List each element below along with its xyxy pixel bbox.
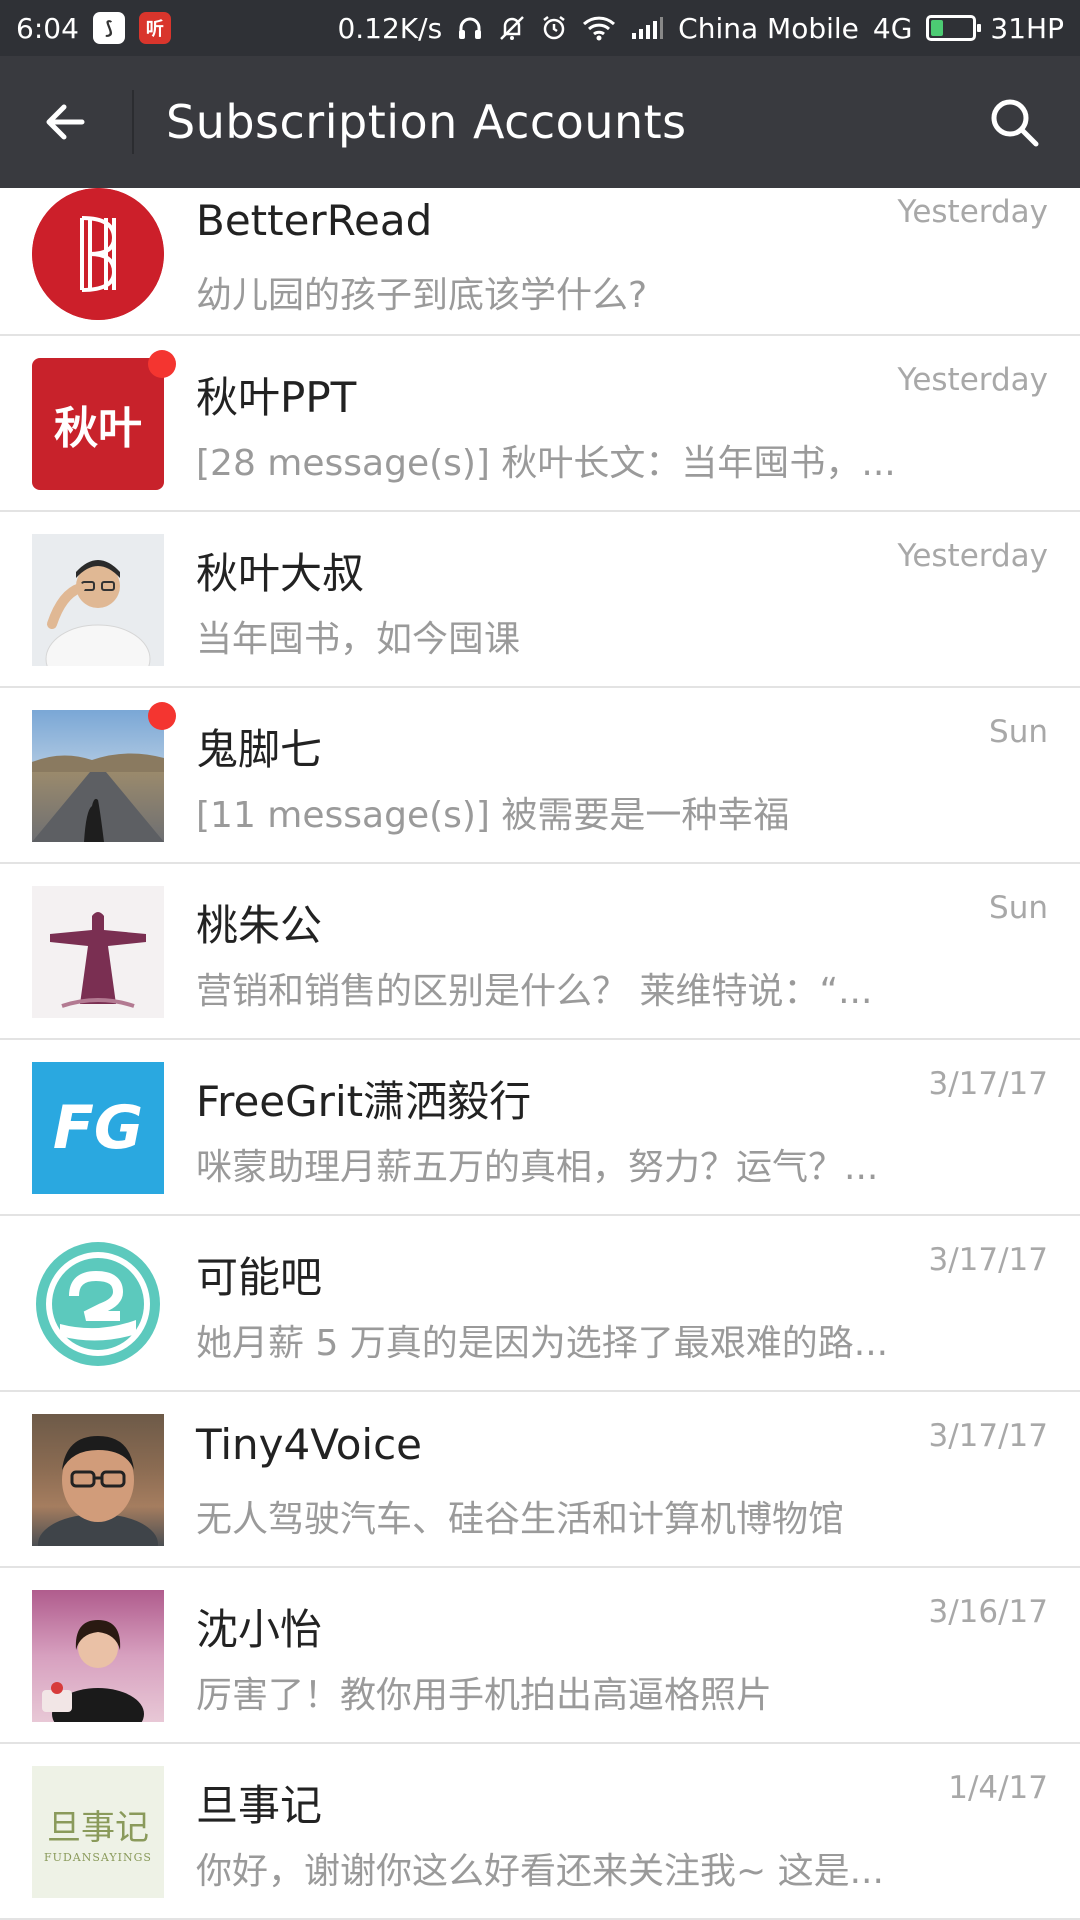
timestamp: 3/17/17 xyxy=(928,1418,1048,1454)
woman-photo-icon xyxy=(32,1590,164,1722)
list-item[interactable]: FG FreeGrit潇洒毅行 3/17/17 咪蒙助理月薪五万的真相，努力？运… xyxy=(0,1040,1080,1216)
account-name: 桃朱公 xyxy=(196,901,323,950)
search-button[interactable] xyxy=(948,56,1080,188)
list-item[interactable]: 沈小怡 3/16/17 厉害了！教你用手机拍出高逼格照片 xyxy=(0,1568,1080,1744)
battery-label: 31HP xyxy=(990,11,1064,45)
account-name: 秋叶大叔 xyxy=(196,549,365,598)
message-preview: 无人驾驶汽车、硅谷生活和计算机博物馆 xyxy=(196,1499,845,1540)
list-item[interactable]: 可能吧 3/17/17 她月薪 5 万真的是因为选择了最艰难的路... xyxy=(0,1216,1080,1392)
account-name: 旦事记 xyxy=(196,1781,323,1830)
timestamp: 3/17/17 xyxy=(928,1242,1048,1278)
danshi-logo-icon: 旦事记 FUDANSAYINGS xyxy=(32,1766,164,1898)
account-name: 可能吧 xyxy=(196,1253,323,1302)
headphones-icon xyxy=(456,14,484,42)
app-bar-divider xyxy=(132,90,134,154)
signal-icon xyxy=(630,15,664,41)
net-speed: 0.12K/s xyxy=(337,11,443,45)
avatar-text: FG xyxy=(52,1093,144,1163)
network-type: 4G xyxy=(872,11,913,45)
message-preview: 你好，谢谢你这么好看还来关注我~ 这是... xyxy=(196,1851,884,1892)
app-bar: Subscription Accounts xyxy=(0,56,1080,188)
road-photo-icon xyxy=(32,710,164,842)
message-preview: [11 message(s)] 被需要是一种幸福 xyxy=(196,795,790,836)
status-bar: 6:04 ⟆ 听 0.12K/s China Mobile 4G 31HP xyxy=(0,0,1080,56)
unread-dot xyxy=(148,702,176,730)
account-name: 沈小怡 xyxy=(196,1605,323,1654)
back-button[interactable] xyxy=(0,56,132,188)
timestamp: Sun xyxy=(989,714,1048,750)
message-preview: 厉害了！教你用手机拍出高逼格照片 xyxy=(196,1675,773,1716)
avatar-text: 秋叶 xyxy=(54,403,142,454)
fg-logo-icon: FG xyxy=(32,1062,164,1194)
timestamp: Yesterday xyxy=(897,538,1049,574)
message-preview: 营销和销售的区别是什么？ 莱维特说：“... xyxy=(196,971,873,1012)
notification-app-icon: ⟆ xyxy=(92,12,125,44)
carrier-name: China Mobile xyxy=(678,11,859,45)
man-glasses-photo-icon xyxy=(32,1414,164,1546)
account-name: FreeGrit潇洒毅行 xyxy=(196,1077,532,1126)
qiuye-logo-icon: 秋叶 xyxy=(32,358,164,490)
timestamp: 1/4/17 xyxy=(948,1770,1048,1806)
mute-icon xyxy=(498,14,526,42)
list-item[interactable]: BetterRead Yesterday 幼儿园的孩子到底该学什么? xyxy=(0,188,1080,336)
message-preview: 咪蒙助理月薪五万的真相，努力？运气？... xyxy=(196,1147,879,1188)
betterread-logo-icon xyxy=(32,188,164,320)
message-preview: 当年囤书，如今囤课 xyxy=(196,619,521,660)
list-item[interactable]: 秋叶大叔 Yesterday 当年囤书，如今囤课 xyxy=(0,512,1080,688)
account-name: 秋叶PPT xyxy=(196,373,357,422)
page-title: Subscription Accounts xyxy=(166,95,687,149)
alarm-icon xyxy=(540,14,568,42)
arrow-left-icon xyxy=(46,104,85,140)
account-list: BetterRead Yesterday 幼儿园的孩子到底该学什么? 秋叶 秋叶… xyxy=(0,188,1080,1920)
statue-painting-icon xyxy=(32,886,164,1018)
timestamp: 3/16/17 xyxy=(928,1594,1048,1630)
list-item[interactable]: 鬼脚七 Sun [11 message(s)] 被需要是一种幸福 xyxy=(0,688,1080,864)
keneng-logo-icon xyxy=(32,1238,164,1370)
timestamp: Sun xyxy=(989,890,1048,926)
search-icon xyxy=(991,99,1039,147)
list-item[interactable]: 秋叶 秋叶PPT Yesterday [28 message(s)] 秋叶长文：… xyxy=(0,336,1080,512)
avatar-text: 旦事记 xyxy=(47,1808,149,1848)
list-item[interactable]: Tiny4Voice 3/17/17 无人驾驶汽车、硅谷生活和计算机博物馆 xyxy=(0,1392,1080,1568)
message-preview: 她月薪 5 万真的是因为选择了最艰难的路... xyxy=(196,1323,889,1364)
message-preview: 幼儿园的孩子到底该学什么? xyxy=(196,275,648,316)
list-item[interactable]: 桃朱公 Sun 营销和销售的区别是什么？ 莱维特说：“... xyxy=(0,864,1080,1040)
account-name: BetterRead xyxy=(196,196,433,245)
unread-dot xyxy=(148,350,176,378)
person-photo-icon xyxy=(32,534,164,666)
account-name: Tiny4Voice xyxy=(196,1420,422,1469)
status-time: 6:04 xyxy=(16,11,79,45)
wifi-icon xyxy=(582,14,616,42)
listen-app-icon: 听 xyxy=(138,12,171,44)
timestamp: Yesterday xyxy=(897,194,1049,230)
message-preview: [28 message(s)] 秋叶长文：当年囤书，... xyxy=(196,443,896,484)
battery-icon xyxy=(926,15,982,41)
timestamp: Yesterday xyxy=(897,362,1049,398)
avatar-subtext: FUDANSAYINGS xyxy=(44,1851,152,1864)
account-name: 鬼脚七 xyxy=(196,725,323,774)
timestamp: 3/17/17 xyxy=(928,1066,1048,1102)
list-item[interactable]: 旦事记 FUDANSAYINGS 旦事记 1/4/17 你好，谢谢你这么好看还来… xyxy=(0,1744,1080,1920)
